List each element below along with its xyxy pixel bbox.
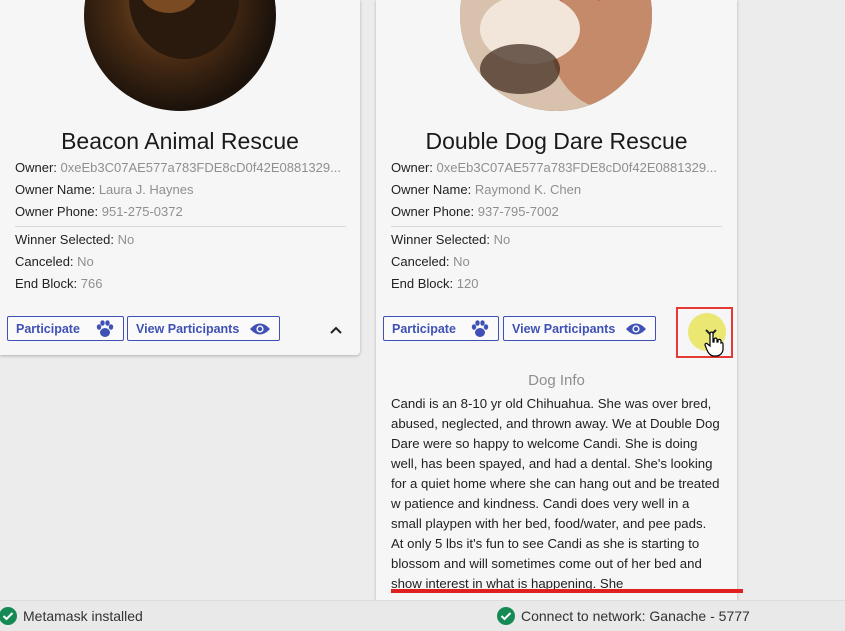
winner-label: Winner Selected: xyxy=(391,232,490,247)
annotation-underline xyxy=(391,589,743,593)
owner-name-label: Owner Name: xyxy=(391,182,472,197)
end-block-label: End Block: xyxy=(15,276,78,291)
winner-row: Winner Selected: No xyxy=(15,229,346,251)
owner-name-value: Raymond K. Chen xyxy=(474,182,582,197)
winner-row: Winner Selected: No xyxy=(391,229,722,251)
chevron-up-icon[interactable] xyxy=(324,318,348,342)
view-participants-button[interactable]: View Participants xyxy=(127,316,280,341)
network-status-text: Connect to network: Ganache - 5777 xyxy=(521,608,750,624)
winner-value: No xyxy=(493,232,511,247)
winner-value: No xyxy=(117,232,135,247)
rescue-card-beacon: Beacon Animal Rescue Owner: 0xeEb3C07AE5… xyxy=(0,0,360,355)
check-circle-icon xyxy=(0,607,17,625)
card-details: Owner: 0xeEb3C07AE577a783FDE8cD0f42E0881… xyxy=(391,157,722,295)
canceled-label: Canceled: xyxy=(15,254,74,269)
owner-row: Owner: 0xeEb3C07AE577a783FDE8cD0f42E0881… xyxy=(391,157,722,179)
owner-phone-row: Owner Phone: 951-275-0372 xyxy=(15,201,346,223)
owner-label: Owner: xyxy=(391,160,433,175)
view-participants-label: View Participants xyxy=(136,321,240,336)
dog-info-text: Candi is an 8-10 yr old Chihuahua. She w… xyxy=(391,396,720,591)
card-details: Owner: 0xeEb3C07AE577a783FDE8cD0f42E0881… xyxy=(15,157,346,295)
divider xyxy=(15,226,346,227)
status-bar: Metamask installed Connect to network: G… xyxy=(0,600,845,631)
canceled-row: Canceled: No xyxy=(15,251,346,273)
canceled-value: No xyxy=(453,254,470,269)
canceled-value: No xyxy=(77,254,94,269)
view-participants-button[interactable]: View Participants xyxy=(503,316,656,341)
dog-photo xyxy=(84,0,276,111)
participate-label: Participate xyxy=(16,321,80,336)
card-title: Double Dog Dare Rescue xyxy=(425,128,688,154)
check-circle-icon xyxy=(497,607,515,625)
participate-button[interactable]: Participate xyxy=(7,316,124,341)
network-status: Connect to network: Ganache - 5777 xyxy=(497,607,750,625)
end-block-label: End Block: xyxy=(391,276,454,291)
end-block-row: End Block: 120 xyxy=(391,273,722,295)
owner-name-row: Owner Name: Laura J. Haynes xyxy=(15,179,346,201)
paw-icon xyxy=(470,319,490,338)
dog-info-title: Dog Info xyxy=(528,372,585,389)
owner-name-value: Laura J. Haynes xyxy=(98,182,194,197)
end-block-value: 120 xyxy=(456,276,479,291)
view-participants-label: View Participants xyxy=(512,321,616,336)
paw-icon xyxy=(95,319,115,338)
eye-icon xyxy=(625,322,647,336)
owner-name-row: Owner Name: Raymond K. Chen xyxy=(391,179,722,201)
participate-label: Participate xyxy=(392,321,456,336)
participate-button[interactable]: Participate xyxy=(383,316,499,341)
owner-phone-row: Owner Phone: 937-795-7002 xyxy=(391,201,722,223)
metamask-status: Metamask installed xyxy=(0,607,143,625)
owner-phone-value: 937-795-7002 xyxy=(477,204,559,219)
end-block-value: 766 xyxy=(80,276,103,291)
owner-phone-label: Owner Phone: xyxy=(15,204,99,219)
owner-label: Owner: xyxy=(15,160,57,175)
owner-phone-label: Owner Phone: xyxy=(391,204,475,219)
owner-value: 0xeEb3C07AE577a783FDE8cD0f42E0881329... xyxy=(60,160,341,175)
owner-phone-value: 951-275-0372 xyxy=(101,204,183,219)
dog-photo xyxy=(460,0,652,111)
owner-value: 0xeEb3C07AE577a783FDE8cD0f42E0881329... xyxy=(436,160,717,175)
canceled-row: Canceled: No xyxy=(391,251,722,273)
eye-icon xyxy=(249,322,271,336)
owner-row: Owner: 0xeEb3C07AE577a783FDE8cD0f42E0881… xyxy=(15,157,346,179)
divider xyxy=(391,226,722,227)
end-block-row: End Block: 766 xyxy=(15,273,346,295)
canceled-label: Canceled: xyxy=(391,254,450,269)
hand-cursor-icon xyxy=(704,331,724,362)
card-title: Beacon Animal Rescue xyxy=(61,128,299,154)
winner-label: Winner Selected: xyxy=(15,232,114,247)
metamask-status-text: Metamask installed xyxy=(23,608,143,624)
owner-name-label: Owner Name: xyxy=(15,182,96,197)
